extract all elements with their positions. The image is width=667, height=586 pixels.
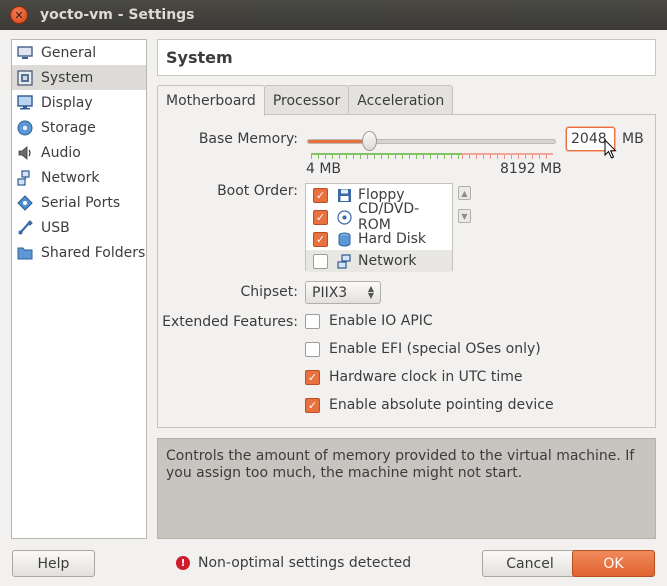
sidebar-item-display[interactable]: Display <box>12 90 146 115</box>
memory-scale-recommended <box>311 153 463 159</box>
cd-dvd-icon <box>336 209 352 225</box>
feature-absolute-pointing[interactable]: ✓ Enable absolute pointing device <box>305 397 554 413</box>
memory-max-label: 8192 MB <box>500 161 562 177</box>
boot-item-label: Network <box>358 253 417 269</box>
chipset-select[interactable]: PIIX3 ▲ ▼ <box>305 281 381 304</box>
sidebar-item-label: Audio <box>41 144 81 161</box>
close-icon[interactable]: ✕ <box>10 6 28 24</box>
tab-acceleration[interactable]: Acceleration <box>348 85 454 115</box>
base-memory-label: Base Memory: <box>198 131 298 147</box>
absolute-pointing-checkbox[interactable]: ✓ <box>305 397 320 413</box>
memory-scale-excessive <box>462 153 553 159</box>
floppy-icon <box>336 187 352 203</box>
sidebar-item-label: USB <box>41 219 70 236</box>
feature-label: Enable IO APIC <box>329 313 433 329</box>
warning-text: Non-optimal settings detected <box>198 555 412 571</box>
sidebar-item-storage[interactable]: Storage <box>12 115 146 140</box>
description-box: Controls the amount of memory provided t… <box>157 438 656 539</box>
sidebar-item-shared-folders[interactable]: Shared Folders <box>12 240 146 265</box>
sidebar-item-label: Serial Ports <box>41 194 121 211</box>
boot-item-label: CD/DVD-ROM <box>358 201 420 233</box>
network-icon <box>16 169 34 187</box>
efi-checkbox[interactable] <box>305 341 320 357</box>
memory-scale-bar <box>311 153 553 159</box>
hard-disk-icon <box>336 231 352 247</box>
memory-unit-label: MB <box>622 131 644 147</box>
boot-item-checkbox[interactable]: ✓ <box>313 231 328 247</box>
sidebar-item-label: Display <box>41 94 93 111</box>
serial-ports-icon <box>16 194 34 212</box>
chevron-updown-icon: ▲ ▼ <box>367 284 374 300</box>
tab-processor[interactable]: Processor <box>263 85 350 115</box>
io-apic-checkbox[interactable] <box>305 313 320 329</box>
system-icon <box>16 69 34 87</box>
feature-efi[interactable]: Enable EFI (special OSes only) <box>305 341 541 357</box>
boot-item-cd-dvd[interactable]: ✓ CD/DVD-ROM <box>306 201 452 233</box>
memory-slider-track[interactable] <box>307 139 556 144</box>
help-button[interactable]: Help <box>12 550 95 577</box>
network-boot-icon <box>336 253 352 269</box>
cancel-button[interactable]: Cancel <box>482 550 578 577</box>
sidebar-item-audio[interactable]: Audio <box>12 140 146 165</box>
boot-item-checkbox[interactable]: ✓ <box>313 187 328 203</box>
sidebar-item-system[interactable]: System <box>12 65 146 90</box>
sidebar-item-label: Shared Folders <box>41 244 146 261</box>
boot-item-network[interactable]: Network <box>306 250 452 272</box>
utc-clock-checkbox[interactable]: ✓ <box>305 369 320 385</box>
chipset-label: Chipset: <box>240 284 298 300</box>
warning-message[interactable]: ! Non-optimal settings detected <box>176 555 411 571</box>
chipset-value: PIIX3 <box>312 284 348 301</box>
sidebar-item-usb[interactable]: USB <box>12 215 146 240</box>
mouse-cursor-icon <box>604 139 617 159</box>
feature-utc-clock[interactable]: ✓ Hardware clock in UTC time <box>305 369 523 385</box>
general-icon <box>16 44 34 62</box>
boot-item-checkbox[interactable]: ✓ <box>313 209 328 225</box>
extended-features-label: Extended Features: <box>162 314 298 330</box>
feature-label: Enable EFI (special OSes only) <box>329 341 541 357</box>
boot-item-checkbox[interactable] <box>313 253 328 269</box>
feature-label: Enable absolute pointing device <box>329 397 554 413</box>
page-title: System <box>157 39 656 76</box>
boot-order-list: ✓ Floppy ✓ CD/DVD-ROM ✓ Hard Disk Networ… <box>305 183 453 272</box>
boot-order-label: Boot Order: <box>217 183 298 199</box>
memory-min-label: 4 MB <box>306 161 342 177</box>
sidebar-item-label: Network <box>41 169 100 186</box>
settings-window: ✕ yocto-vm - Settings General System Dis… <box>0 0 667 586</box>
boot-item-label: Hard Disk <box>358 231 427 247</box>
sidebar-item-network[interactable]: Network <box>12 165 146 190</box>
shared-folders-icon <box>16 244 34 262</box>
tab-motherboard[interactable]: Motherboard <box>157 85 265 116</box>
feature-label: Hardware clock in UTC time <box>329 369 523 385</box>
memory-slider-fill <box>308 140 371 143</box>
ok-button[interactable]: OK <box>572 550 655 577</box>
sidebar-item-label: Storage <box>41 119 96 136</box>
warning-icon: ! <box>176 556 190 570</box>
title-bar: ✕ yocto-vm - Settings <box>0 0 667 30</box>
usb-icon <box>16 219 34 237</box>
move-up-button[interactable]: ▲ <box>458 186 471 200</box>
sidebar-item-label: General <box>41 44 97 61</box>
sidebar-item-general[interactable]: General <box>12 40 146 65</box>
move-down-button[interactable]: ▼ <box>458 209 471 223</box>
storage-icon <box>16 119 34 137</box>
audio-icon <box>16 144 34 162</box>
sidebar-item-label: System <box>41 69 94 86</box>
tab-bar: Motherboard Processor Acceleration <box>157 85 454 116</box>
sidebar-item-serial-ports[interactable]: Serial Ports <box>12 190 146 215</box>
display-icon <box>16 94 34 112</box>
feature-io-apic[interactable]: Enable IO APIC <box>305 313 433 329</box>
sidebar: General System Display Storage Audio Net… <box>11 39 147 539</box>
window-title: yocto-vm - Settings <box>40 7 195 23</box>
